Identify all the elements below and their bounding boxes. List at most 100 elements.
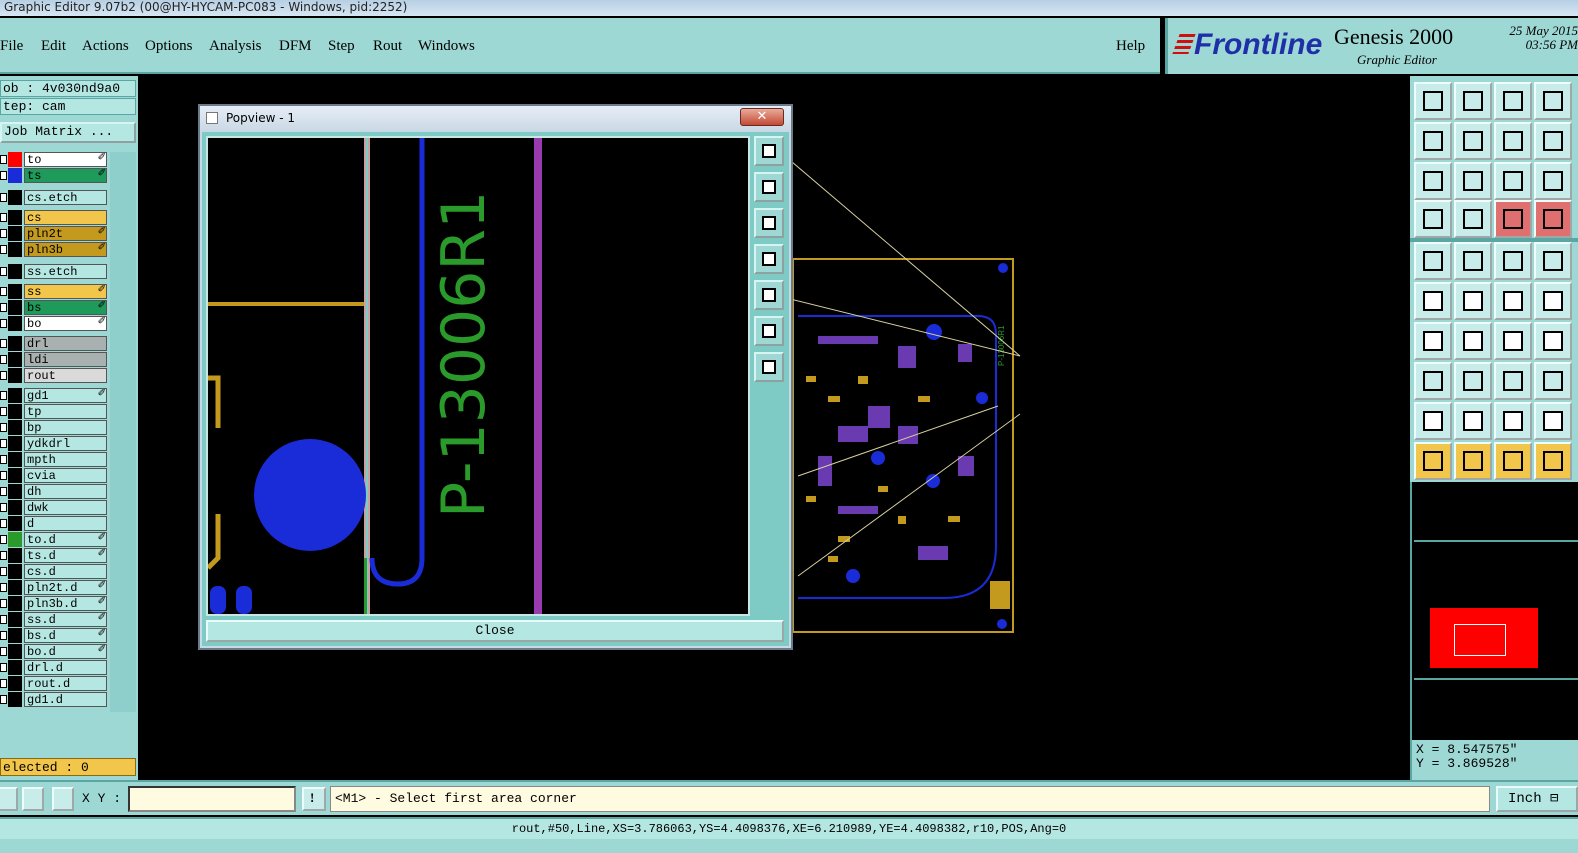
tool-full-screen-button[interactable]	[1534, 82, 1572, 120]
layer-color-swatch[interactable]	[8, 264, 22, 279]
menu-dfm[interactable]: DFM	[279, 38, 312, 55]
layer-name[interactable]: bp	[24, 420, 107, 435]
menu-options[interactable]: Options	[145, 38, 193, 55]
snap-button[interactable]	[0, 787, 18, 811]
layer-checkbox[interactable]	[0, 391, 7, 400]
layer-checkbox[interactable]	[0, 567, 7, 576]
layer-scrollbar[interactable]	[110, 152, 136, 712]
pop-pan-right-button[interactable]	[754, 280, 784, 310]
tool-select-area-button[interactable]	[1454, 442, 1492, 480]
layer-checkbox[interactable]	[0, 583, 7, 592]
menu-windows[interactable]: Windows	[418, 38, 475, 55]
layer-color-swatch[interactable]	[8, 516, 22, 531]
layer-row[interactable]: cs	[0, 210, 110, 225]
tool-add-pad-button[interactable]	[1414, 242, 1452, 280]
menu-edit[interactable]: Edit	[41, 38, 66, 55]
layer-color-swatch[interactable]	[8, 190, 22, 205]
tool-rotate-button[interactable]	[1494, 322, 1532, 360]
layer-checkbox[interactable]	[0, 503, 7, 512]
layer-name[interactable]: bo	[24, 316, 107, 331]
layer-name[interactable]: drl	[24, 336, 107, 351]
menu-help[interactable]: Help	[1116, 38, 1145, 55]
layer-color-swatch[interactable]	[8, 336, 22, 351]
menu-actions[interactable]: Actions	[82, 38, 129, 55]
layer-name[interactable]: pln2t	[24, 226, 107, 241]
layer-color-swatch[interactable]	[8, 352, 22, 367]
layer-name[interactable]: ts.d	[24, 548, 107, 563]
layer-row[interactable]: gd1.d	[0, 692, 110, 707]
layer-row[interactable]: ydkdrl	[0, 436, 110, 451]
layer-row[interactable]: ts ✐	[0, 168, 110, 183]
units-select[interactable]: Inch ⊟	[1496, 786, 1578, 812]
layer-checkbox[interactable]	[0, 679, 7, 688]
info-button[interactable]: !	[302, 787, 326, 811]
layer-checkbox[interactable]	[0, 371, 7, 380]
layer-color-swatch[interactable]	[8, 484, 22, 499]
tool-snap-mode-button[interactable]	[1534, 122, 1572, 160]
layer-checkbox[interactable]	[0, 471, 7, 480]
tool-measure-pad-button[interactable]	[1454, 200, 1492, 238]
layer-checkbox[interactable]	[0, 171, 7, 180]
pop-pan-up-button[interactable]	[754, 172, 784, 202]
layer-checkbox[interactable]	[0, 287, 7, 296]
tool-arc-red-button[interactable]	[1454, 322, 1492, 360]
menu-rout[interactable]: Rout	[373, 38, 402, 55]
tool-move-copy-button[interactable]	[1414, 362, 1452, 400]
layer-name[interactable]: ts	[24, 168, 107, 183]
layer-checkbox[interactable]	[0, 155, 7, 164]
layer-color-swatch[interactable]	[8, 388, 22, 403]
tool-add-surface-button[interactable]	[1414, 402, 1452, 440]
tool-pan-left-button[interactable]	[1414, 122, 1452, 160]
layer-color-swatch[interactable]	[8, 168, 22, 183]
tool-scale-1-2-button[interactable]	[1494, 162, 1532, 200]
tool-drag-point-button[interactable]	[1494, 282, 1532, 320]
tool-line-red-button[interactable]	[1414, 322, 1452, 360]
layer-color-swatch[interactable]	[8, 564, 22, 579]
layer-checkbox[interactable]	[0, 455, 7, 464]
layer-color-swatch[interactable]	[8, 368, 22, 383]
job-matrix-button[interactable]: Job Matrix ...	[0, 122, 136, 143]
tool-undo-button[interactable]	[1414, 82, 1452, 120]
tool-circle-button[interactable]	[1534, 242, 1572, 280]
layer-name[interactable]: cs.etch	[24, 190, 107, 205]
layer-checkbox[interactable]	[0, 245, 7, 254]
layer-checkbox[interactable]	[0, 535, 7, 544]
layer-checkbox[interactable]	[0, 599, 7, 608]
tool-cross-button[interactable]	[1454, 282, 1492, 320]
layer-row[interactable]: ldi	[0, 352, 110, 367]
tool-measure-button[interactable]	[1414, 200, 1452, 238]
tool-select-cursor-button[interactable]	[1414, 442, 1452, 480]
layer-color-swatch[interactable]	[8, 210, 22, 225]
tool-zoom-box-button[interactable]	[1454, 162, 1492, 200]
layer-name[interactable]: gd1.d	[24, 692, 107, 707]
tool-redo-button[interactable]	[1454, 82, 1492, 120]
layer-color-swatch[interactable]	[8, 628, 22, 643]
layer-name[interactable]: to.d	[24, 532, 107, 547]
tool-zoom-fit-button[interactable]	[1414, 162, 1452, 200]
layer-name[interactable]: to	[24, 152, 107, 167]
pop-pan-left-button[interactable]	[754, 244, 784, 274]
layer-color-swatch[interactable]	[8, 300, 22, 315]
overview-viewport[interactable]	[1454, 624, 1506, 656]
layer-row[interactable]: mpth	[0, 452, 110, 467]
layer-name[interactable]: ydkdrl	[24, 436, 107, 451]
tool-select-touch-button[interactable]	[1534, 442, 1572, 480]
layer-color-swatch[interactable]	[8, 532, 22, 547]
layer-color-swatch[interactable]	[8, 676, 22, 691]
layer-row[interactable]: cs.d	[0, 564, 110, 579]
layer-name[interactable]: gd1	[24, 388, 107, 403]
layer-color-swatch[interactable]	[8, 436, 22, 451]
layer-row[interactable]: dwk	[0, 500, 110, 515]
layer-row[interactable]: ss.d ✐	[0, 612, 110, 627]
layer-color-swatch[interactable]	[8, 152, 22, 167]
layer-checkbox[interactable]	[0, 319, 7, 328]
tool-font-button[interactable]	[1534, 322, 1572, 360]
layer-name[interactable]: pln3b	[24, 242, 107, 257]
layer-checkbox[interactable]	[0, 339, 7, 348]
layer-row[interactable]: bs.d ✐	[0, 628, 110, 643]
close-icon[interactable]: ✕	[740, 108, 784, 126]
layer-color-swatch[interactable]	[8, 226, 22, 241]
layer-checkbox[interactable]	[0, 551, 7, 560]
menu-analysis[interactable]: Analysis	[209, 38, 262, 55]
menu-step[interactable]: Step	[328, 38, 355, 55]
